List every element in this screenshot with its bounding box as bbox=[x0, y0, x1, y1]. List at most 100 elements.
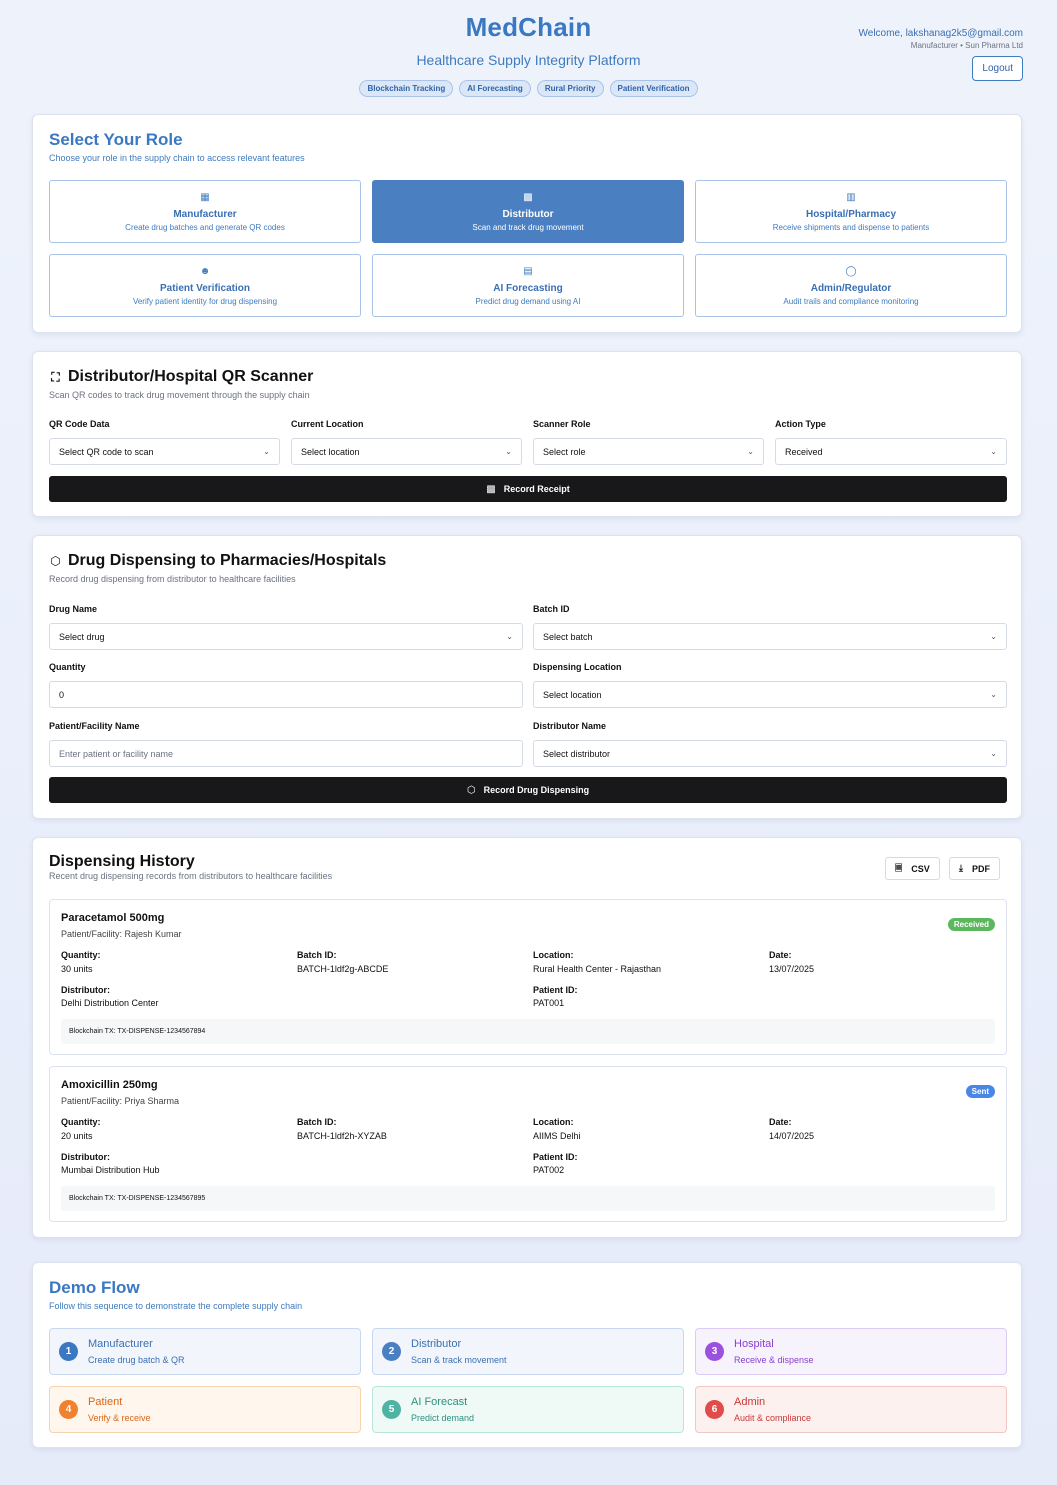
qr-code-value: Select QR code to scan bbox=[59, 446, 154, 457]
user-panel: Welcome, lakshanag2k5@gmail.com Manufact… bbox=[859, 28, 1023, 81]
drug-name-label: Drug Name bbox=[49, 604, 98, 614]
tag-ai-forecasting: AI Forecasting bbox=[459, 80, 531, 97]
quantity-label: Quantity: bbox=[61, 1117, 101, 1127]
demo-title: Demo Flow bbox=[49, 1278, 140, 1297]
chevron-down-icon: ⌄ bbox=[990, 447, 997, 456]
role-name: Hospital/Pharmacy bbox=[805, 209, 897, 220]
current-location-label: Current Location bbox=[291, 419, 364, 429]
chevron-down-icon: ⌄ bbox=[505, 447, 512, 456]
feature-tags: Blockchain Tracking AI Forecasting Rural… bbox=[0, 80, 1057, 97]
demo-flow-grid: 1 Manufacturer Create drug batch & QR 2 … bbox=[49, 1328, 1007, 1433]
role-name: Admin/Regulator bbox=[810, 283, 892, 294]
location-value: AIIMS Delhi bbox=[533, 1131, 581, 1141]
batch-value: BATCH-1ldf2h-XYZAB bbox=[297, 1131, 387, 1141]
distributor-label: Distributor: bbox=[61, 985, 110, 995]
scanner-subtitle: Scan QR codes to track drug movement thr… bbox=[49, 390, 310, 400]
building-icon: ▦ bbox=[200, 192, 210, 203]
role-name: Distributor bbox=[502, 209, 554, 220]
history-subtitle: Recent drug dispensing records from dist… bbox=[49, 871, 333, 881]
demo-subtitle: Follow this sequence to demonstrate the … bbox=[49, 1301, 303, 1311]
logout-button[interactable]: Logout bbox=[972, 56, 1023, 81]
role-desc: Create drug batches and generate QR code… bbox=[125, 223, 285, 232]
patient-id-value: PAT002 bbox=[533, 1165, 565, 1175]
scanner-title: ⛶ Distributor/Hospital QR Scanner bbox=[49, 368, 313, 386]
qr-code-select[interactable]: Select QR code to scan ⌄ bbox=[49, 438, 280, 465]
role-manufacturer[interactable]: ▦ Manufacturer Create drug batches and g… bbox=[49, 180, 361, 243]
status-badge: Received bbox=[947, 918, 995, 931]
scanner-title-text: Distributor/Hospital QR Scanner bbox=[68, 368, 314, 385]
role-admin-regulator[interactable]: ◯ Admin/Regulator Audit trails and compl… bbox=[695, 254, 1007, 317]
record-dispensing-button[interactable]: ⬡ Record Drug Dispensing bbox=[49, 777, 1007, 803]
scanner-role-select[interactable]: Select role ⌄ bbox=[533, 438, 764, 465]
export-pdf-button[interactable]: ⤓ PDF bbox=[949, 857, 1000, 880]
location-label: Location: bbox=[533, 950, 574, 960]
pdf-label: PDF bbox=[971, 863, 990, 874]
role-hospital-pharmacy[interactable]: ▥ Hospital/Pharmacy Receive shipments an… bbox=[695, 180, 1007, 243]
step-desc: Create drug batch & QR bbox=[88, 1355, 185, 1365]
step-number: 4 bbox=[59, 1400, 78, 1419]
role-desc: Receive shipments and dispense to patien… bbox=[772, 223, 930, 232]
distributor-name-value: Select distributor bbox=[543, 748, 611, 759]
drug-name-select[interactable]: Select drug ⌄ bbox=[49, 623, 523, 650]
batch-id-select[interactable]: Select batch ⌄ bbox=[533, 623, 1007, 650]
batch-id-label: Batch ID bbox=[533, 604, 570, 614]
scanner-role-label: Scanner Role bbox=[533, 419, 591, 429]
scanner-role-value: Select role bbox=[543, 446, 586, 457]
role-card: Select Your Role Choose your role in the… bbox=[32, 114, 1022, 333]
current-location-select[interactable]: Select location ⌄ bbox=[291, 438, 522, 465]
batch-label: Batch ID: bbox=[297, 950, 337, 960]
date-label: Date: bbox=[769, 1117, 792, 1127]
package-icon: ⬡ bbox=[50, 554, 61, 568]
scan-icon: ⛶ bbox=[51, 369, 60, 384]
batch-id-value: Select batch bbox=[543, 631, 593, 642]
bar-chart-icon: ▤ bbox=[523, 266, 533, 277]
role-name: Patient Verification bbox=[159, 283, 251, 294]
step-name: Manufacturer bbox=[88, 1338, 153, 1350]
step-name: AI Forecast bbox=[411, 1396, 468, 1408]
chevron-down-icon: ⌄ bbox=[506, 632, 513, 641]
role-desc: Audit trails and compliance monitoring bbox=[783, 297, 919, 306]
role-ai-forecasting[interactable]: ▤ AI Forecasting Predict drug demand usi… bbox=[372, 254, 684, 317]
step-desc: Predict demand bbox=[411, 1413, 475, 1423]
dispensing-location-value: Select location bbox=[543, 689, 602, 700]
location-label: Location: bbox=[533, 1117, 574, 1127]
scanner-card: ⛶ Distributor/Hospital QR Scanner Scan Q… bbox=[32, 351, 1022, 517]
quantity-label: Quantity bbox=[49, 662, 86, 672]
distributor-value: Delhi Distribution Center bbox=[61, 998, 159, 1008]
drug-name-value: Select drug bbox=[59, 631, 105, 642]
flow-step-distributor: 2 Distributor Scan & track movement bbox=[372, 1328, 684, 1375]
current-location-value: Select location bbox=[301, 446, 360, 457]
chevron-down-icon: ⌄ bbox=[990, 690, 997, 699]
distributor-name-select[interactable]: Select distributor ⌄ bbox=[533, 740, 1007, 767]
history-title: Dispensing History bbox=[49, 853, 195, 870]
date-value: 13/07/2025 bbox=[769, 964, 815, 974]
qr-code-label: QR Code Data bbox=[49, 419, 110, 429]
date-label: Date: bbox=[769, 950, 792, 960]
role-desc: Predict drug demand using AI bbox=[475, 297, 581, 306]
package-icon: ⬡ bbox=[466, 784, 476, 796]
blockchain-tx: Blockchain TX: TX-DISPENSE-1234567895 bbox=[61, 1186, 995, 1211]
quantity-input[interactable]: 0 bbox=[49, 681, 523, 708]
flow-step-manufacturer: 1 Manufacturer Create drug batch & QR bbox=[49, 1328, 361, 1375]
action-type-select[interactable]: Received ⌄ bbox=[775, 438, 1007, 465]
dispensing-location-select[interactable]: Select location ⌄ bbox=[533, 681, 1007, 708]
role-patient-verification[interactable]: ☻ Patient Verification Verify patient id… bbox=[49, 254, 361, 317]
step-number: 5 bbox=[382, 1400, 401, 1419]
record-receipt-button[interactable]: ▩ Record Receipt bbox=[49, 476, 1007, 502]
flow-step-patient: 4 Patient Verify & receive bbox=[49, 1386, 361, 1433]
export-csv-button[interactable]: 🗏 CSV bbox=[885, 857, 940, 880]
step-number: 2 bbox=[382, 1342, 401, 1361]
dispensing-title-text: Drug Dispensing to Pharmacies/Hospitals bbox=[68, 552, 387, 569]
role-title: Select Your Role bbox=[49, 130, 183, 149]
users-icon: ☻ bbox=[199, 266, 211, 277]
status-badge: Sent bbox=[965, 1085, 995, 1098]
patient-facility-input[interactable]: Enter patient or facility name bbox=[49, 740, 523, 767]
step-name: Admin bbox=[734, 1396, 766, 1408]
role-distributor[interactable]: ▩ Distributor Scan and track drug moveme… bbox=[372, 180, 684, 243]
patient-id-label: Patient ID: bbox=[533, 1152, 578, 1162]
action-type-value: Received bbox=[785, 446, 823, 457]
tag-patient-verification: Patient Verification bbox=[609, 80, 698, 97]
flow-step-hospital: 3 Hospital Receive & dispense bbox=[695, 1328, 1007, 1375]
history-record: Paracetamol 500mg Patient/Facility: Raje… bbox=[49, 899, 1007, 1055]
qr-icon: ▩ bbox=[523, 192, 533, 203]
